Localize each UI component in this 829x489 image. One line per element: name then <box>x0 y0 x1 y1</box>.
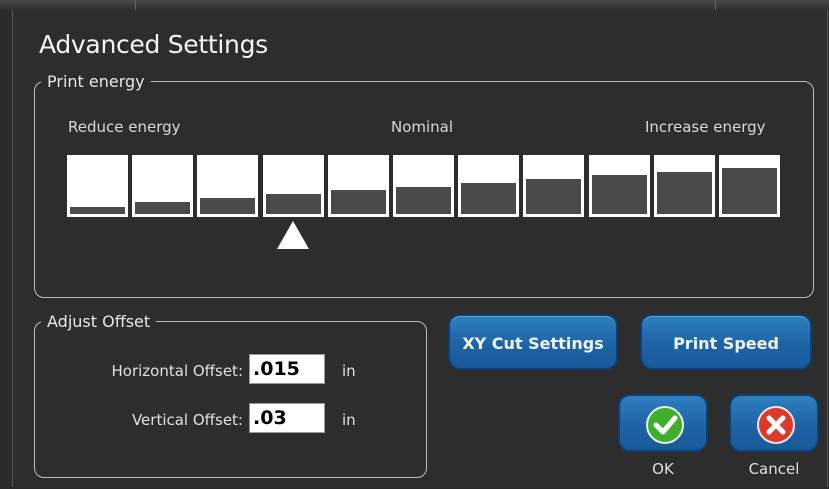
dialog-title: Advanced Settings <box>39 30 268 59</box>
checkmark-icon <box>646 406 684 444</box>
background-window-strip <box>0 0 829 10</box>
energy-level-fill <box>656 172 712 214</box>
energy-level-fill <box>396 187 451 214</box>
print-energy-legend: Print energy <box>47 72 145 91</box>
ok-button[interactable] <box>618 394 708 452</box>
ok-label: OK <box>652 460 674 478</box>
energy-level-10[interactable] <box>653 155 715 217</box>
energy-level-6[interactable] <box>393 155 454 217</box>
energy-level-1[interactable] <box>67 155 128 217</box>
energy-level-4[interactable] <box>262 155 324 217</box>
energy-level-8[interactable] <box>523 155 585 217</box>
print-energy-selector[interactable] <box>67 155 783 217</box>
cancel-button[interactable] <box>729 394 819 452</box>
cancel-label: Cancel <box>748 460 800 478</box>
horizontal-offset-label: Horizontal Offset: <box>111 362 243 380</box>
energy-level-fill <box>70 207 125 214</box>
energy-level-2[interactable] <box>132 155 194 217</box>
strip-divider <box>715 0 716 10</box>
selected-level-marker-icon <box>277 221 310 249</box>
energy-level-9[interactable] <box>588 155 650 217</box>
energy-level-5[interactable] <box>327 155 389 217</box>
energy-level-fill <box>591 175 647 214</box>
energy-level-fill <box>461 183 517 214</box>
energy-level-fill <box>135 202 191 214</box>
energy-level-3[interactable] <box>197 155 259 217</box>
energy-level-11[interactable] <box>719 155 780 217</box>
vertical-offset-input[interactable] <box>249 403 325 433</box>
increase-energy-label: Increase energy <box>645 118 766 136</box>
adjust-offset-legend: Adjust Offset <box>47 312 151 331</box>
energy-level-7[interactable] <box>458 155 520 217</box>
print-speed-button[interactable]: Print Speed <box>640 314 812 370</box>
energy-level-fill <box>526 179 582 214</box>
energy-level-fill <box>265 194 321 214</box>
nominal-label: Nominal <box>391 118 454 136</box>
advanced-settings-dialog: Advanced Settings Print energy Reduce en… <box>12 10 828 487</box>
xy-cut-settings-button[interactable]: XY Cut Settings <box>448 314 618 370</box>
energy-level-fill <box>330 190 386 214</box>
strip-divider <box>135 0 136 10</box>
close-icon <box>757 406 795 444</box>
energy-level-fill <box>200 198 256 214</box>
horizontal-offset-input[interactable] <box>249 354 325 384</box>
adjust-offset-group: Adjust Offset <box>34 312 427 478</box>
horizontal-offset-unit: in <box>342 362 356 380</box>
energy-level-fill <box>722 168 777 214</box>
vertical-offset-unit: in <box>342 411 356 429</box>
vertical-offset-label: Vertical Offset: <box>131 411 243 429</box>
reduce-energy-label: Reduce energy <box>68 118 181 136</box>
